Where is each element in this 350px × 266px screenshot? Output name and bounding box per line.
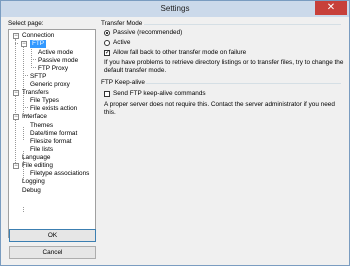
keepalive-heading: FTP Keep-alive: [101, 79, 145, 86]
select-page-label: Select page:: [8, 20, 44, 27]
ok-button[interactable]: OK: [9, 229, 96, 242]
transfer-mode-heading: Transfer Mode: [101, 20, 143, 27]
close-button[interactable]: ✕: [315, 1, 347, 15]
divider: [144, 24, 341, 25]
page-tree[interactable]: − Connection − FTP Active mode Passive m…: [8, 29, 96, 238]
keepalive-note: A proper server does not require this. C…: [104, 101, 335, 116]
radio-selected-icon[interactable]: [104, 30, 110, 36]
checkbox-unchecked-icon[interactable]: [104, 91, 110, 97]
title-bar: Settings ✕: [1, 1, 349, 17]
transfer-mode-note: If you have problems to retrieve directo…: [104, 59, 344, 74]
collapse-icon[interactable]: −: [21, 41, 27, 47]
collapse-icon[interactable]: −: [13, 90, 19, 96]
radio-unselected-icon[interactable]: [104, 40, 110, 46]
collapse-icon[interactable]: −: [13, 114, 19, 120]
collapse-icon[interactable]: −: [13, 33, 19, 39]
cancel-button[interactable]: Cancel: [9, 246, 96, 259]
dialog-body: Select page: − Connection − FTP Active m…: [4, 17, 346, 263]
collapse-icon[interactable]: −: [13, 163, 19, 169]
settings-window: Settings ✕ Select page: − Connection − F…: [0, 0, 350, 266]
window-title: Settings: [160, 4, 190, 13]
checkbox-checked-icon[interactable]: ✓: [104, 50, 110, 56]
divider: [146, 83, 341, 84]
